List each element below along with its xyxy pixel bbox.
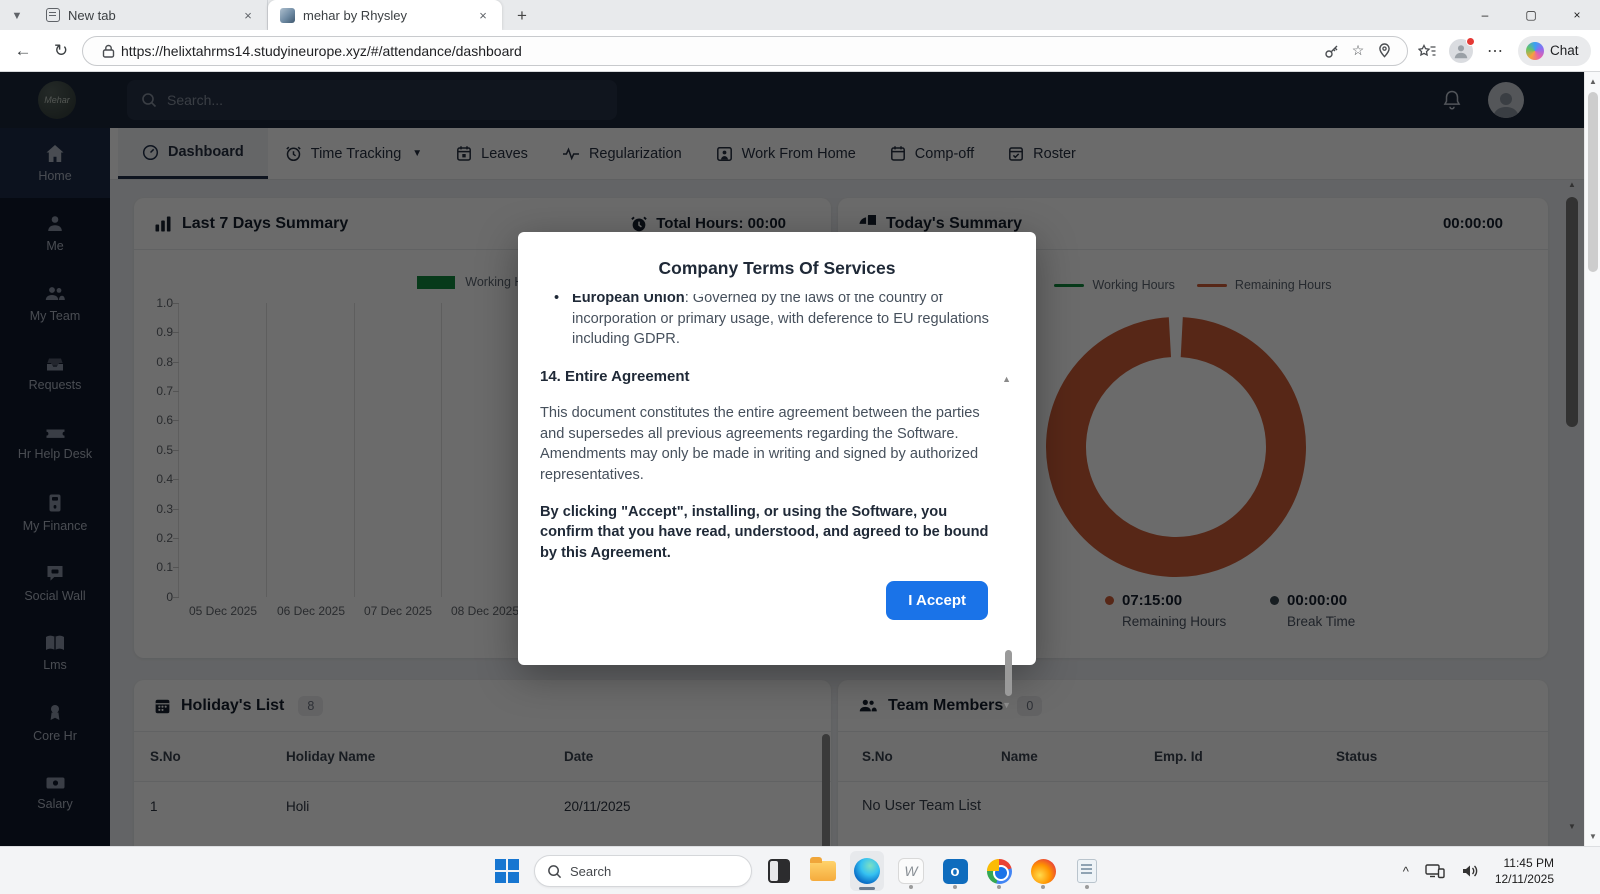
close-button[interactable]: × — [1554, 0, 1600, 30]
terms-confirm-paragraph: By clicking "Accept", installing, or usi… — [540, 502, 996, 564]
outlook-icon[interactable]: o — [938, 851, 972, 891]
desktop: ▼ New tab × mehar by Rhysley × + – ▢ × ←… — [0, 0, 1600, 894]
windows-logo-icon — [495, 859, 519, 883]
terms-heading: 14. Entire Agreement — [540, 367, 996, 388]
reload-icon[interactable]: ↻ — [46, 36, 76, 66]
copilot-chat-button[interactable]: Chat — [1518, 36, 1591, 66]
terms-bullet: European Union: Governed by the laws of … — [540, 294, 996, 350]
tab-title: mehar by Rhysley — [303, 8, 466, 23]
chrome-icon[interactable] — [982, 851, 1016, 891]
search-icon — [547, 864, 562, 879]
taskbar-clock[interactable]: 11:45 PM 12/11/2025 — [1495, 855, 1554, 887]
modal-scroll-area[interactable]: European Union: Governed by the laws of … — [540, 294, 996, 655]
new-tab-favicon-icon — [46, 8, 60, 22]
tab-title: New tab — [68, 8, 231, 23]
notepad-icon[interactable] — [1070, 851, 1104, 891]
device-icon[interactable] — [1425, 863, 1445, 879]
terms-paragraph: This document constitutes the entire agr… — [540, 403, 996, 486]
maximize-button[interactable]: ▢ — [1508, 0, 1554, 30]
minimize-button[interactable]: – — [1462, 0, 1508, 30]
scroll-down-icon[interactable]: ▼ — [1585, 832, 1600, 841]
page-viewport: Mehar Home Me My Team — [0, 72, 1584, 846]
tray-chevron-icon[interactable]: ^ — [1403, 864, 1409, 879]
accept-button[interactable]: I Accept — [886, 581, 988, 620]
terms-modal: Company Terms Of Services European Union… — [518, 232, 1036, 665]
profile-notification-dot — [1466, 37, 1475, 46]
browser-scrollbar[interactable]: ▲ ▼ — [1584, 72, 1600, 846]
taskbar-search[interactable]: Search — [534, 855, 752, 887]
copilot-icon — [1526, 42, 1544, 60]
tab-new-tab[interactable]: New tab × — [34, 0, 268, 30]
new-tab-button[interactable]: + — [508, 2, 536, 30]
lock-icon — [95, 38, 121, 64]
modal-title: Company Terms Of Services — [518, 258, 1036, 279]
browser-menu-icon[interactable]: ⋯ — [1480, 36, 1510, 66]
modal-scrollbar-thumb[interactable] — [1005, 650, 1012, 696]
tab-list-chevron-icon[interactable]: ▼ — [0, 2, 34, 30]
tab-close-icon[interactable]: × — [239, 6, 257, 24]
edge-icon[interactable] — [850, 851, 884, 891]
taskbar-app-dark-icon[interactable] — [762, 851, 796, 891]
windows-taskbar: Search W o ^ 11:45 PM 12/11/2025 — [0, 846, 1600, 894]
browser-scrollbar-thumb[interactable] — [1588, 92, 1598, 272]
mehar-favicon-icon — [280, 8, 295, 23]
start-button[interactable] — [490, 851, 524, 891]
firefox-icon[interactable] — [1026, 851, 1060, 891]
url-input[interactable] — [121, 43, 1319, 59]
browser-tab-strip: ▼ New tab × mehar by Rhysley × + – ▢ × — [0, 0, 1600, 30]
favorites-bar-icon[interactable] — [1412, 36, 1442, 66]
url-pill[interactable]: ☆ — [82, 36, 1408, 66]
browser-address-bar: ← ↻ ☆ ⋯ Chat — [0, 30, 1600, 72]
modal-scroll-down-icon[interactable]: ▼ — [1002, 700, 1011, 710]
tab-mehar[interactable]: mehar by Rhysley × — [268, 0, 502, 30]
password-key-icon[interactable] — [1319, 38, 1345, 64]
scroll-up-icon[interactable]: ▲ — [1585, 77, 1600, 86]
tab-close-icon[interactable]: × — [474, 6, 492, 24]
taskbar-app-w-icon[interactable]: W — [894, 851, 928, 891]
window-controls: – ▢ × — [1462, 0, 1600, 30]
volume-icon[interactable] — [1461, 863, 1479, 879]
location-pin-icon[interactable] — [1371, 38, 1397, 64]
chat-label: Chat — [1550, 43, 1579, 58]
back-icon[interactable]: ← — [8, 36, 38, 66]
favorite-star-icon[interactable]: ☆ — [1345, 38, 1371, 64]
modal-scroll-up-icon[interactable]: ▲ — [1002, 374, 1011, 384]
profile-avatar[interactable] — [1446, 36, 1476, 66]
file-explorer-icon[interactable] — [806, 851, 840, 891]
